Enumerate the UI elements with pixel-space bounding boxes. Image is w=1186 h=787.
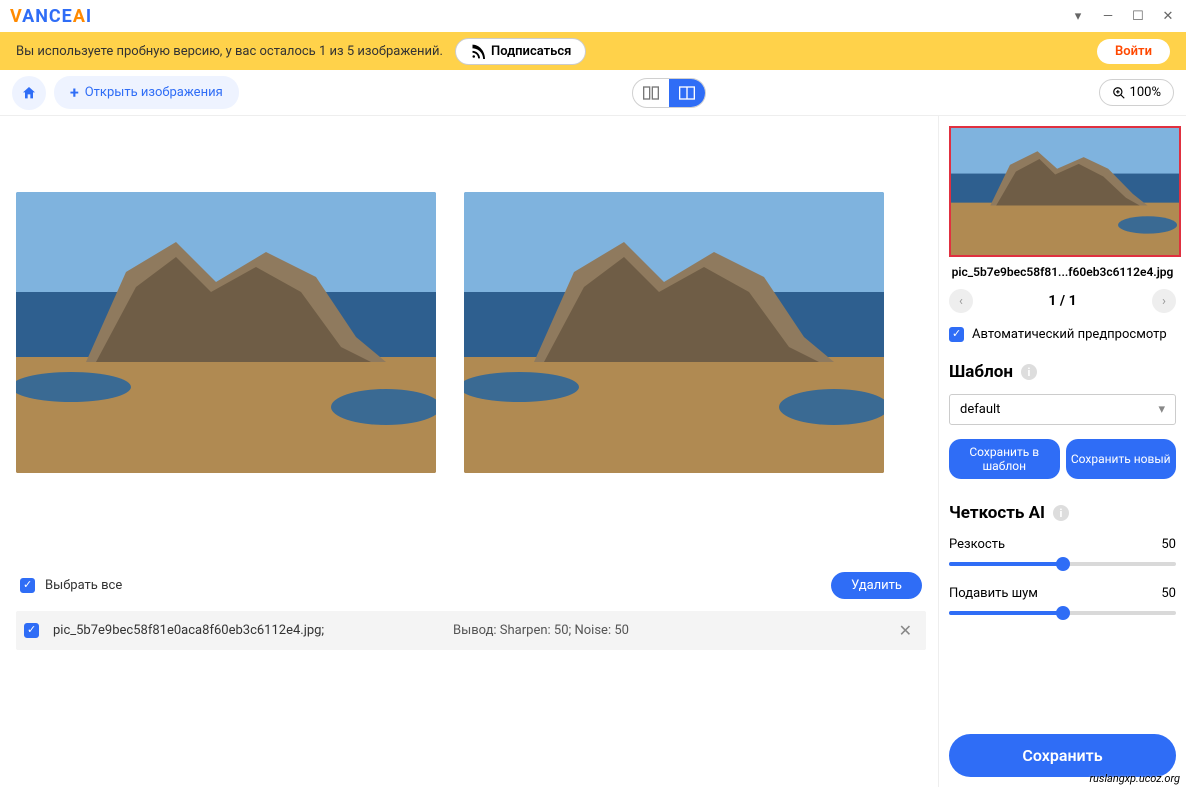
thumbnail-filename: pic_5b7e9bec58f81...f60eb3c6112e4.jpg (947, 259, 1178, 285)
login-button[interactable]: Войти (1097, 39, 1170, 64)
template-select[interactable]: default ▾ (949, 394, 1176, 425)
auto-preview-label: Автоматический предпросмотр (972, 327, 1167, 342)
sidebar: pic_5b7e9bec58f81...f60eb3c6112e4.jpg ‹ … (938, 116, 1186, 787)
auto-preview-checkbox[interactable] (949, 327, 964, 342)
images-row (16, 192, 926, 502)
denoise-label: Подавить шум (949, 586, 1038, 601)
thumbnail-wrap (947, 124, 1178, 259)
delete-button[interactable]: Удалить (831, 572, 922, 599)
auto-preview-row[interactable]: Автоматический предпросмотр (947, 323, 1178, 356)
main-area: Выбрать все Удалить pic_5b7e9bec58f81e0a… (0, 116, 1186, 787)
save-new-template-button[interactable]: Сохранить новый (1066, 439, 1177, 479)
info-icon[interactable]: i (1021, 364, 1037, 380)
window-menu-icon[interactable]: ▾ (1070, 8, 1086, 24)
sharpness-value: 50 (1161, 537, 1176, 552)
file-checkbox[interactable] (24, 623, 39, 638)
zoom-label: 100% (1130, 85, 1161, 100)
trial-banner: Вы используете пробную версию, у вас ост… (0, 32, 1186, 70)
denoise-slider-row: Подавить шум 50 (947, 582, 1178, 631)
pager: ‹ 1 / 1 › (947, 285, 1178, 323)
save-template-button[interactable]: Сохранить в шаблон (949, 439, 1060, 479)
select-all-row[interactable]: Выбрать все (20, 578, 122, 593)
sharpness-section-title: Четкость AI i (947, 497, 1178, 533)
title-bar: VANCEAI ▾ — ☐ ✕ (0, 0, 1186, 32)
side-by-side-icon (643, 86, 659, 100)
save-button[interactable]: Сохранить (949, 734, 1176, 777)
split-icon (679, 86, 695, 100)
sharpness-label: Резкость (949, 537, 1005, 552)
home-icon (21, 85, 37, 101)
sharpness-slider[interactable] (949, 562, 1176, 566)
view-split-button[interactable] (669, 79, 705, 107)
sharpness-slider-thumb[interactable] (1056, 557, 1070, 571)
toolbar: + Открыть изображения 100% (0, 70, 1186, 116)
rss-icon (470, 44, 485, 59)
minimize-icon[interactable]: — (1100, 8, 1116, 24)
sharpness-slider-row: Резкость 50 (947, 533, 1178, 582)
zoom-in-icon (1112, 86, 1126, 100)
select-all-label: Выбрать все (45, 578, 122, 593)
maximize-icon[interactable]: ☐ (1130, 8, 1146, 24)
pager-text: 1 / 1 (1048, 293, 1076, 309)
denoise-slider-thumb[interactable] (1056, 606, 1070, 620)
home-button[interactable] (12, 76, 46, 110)
subscribe-button[interactable]: Подписаться (455, 38, 586, 65)
image-before (16, 192, 436, 473)
file-remove-icon[interactable]: ✕ (893, 621, 918, 640)
trial-text: Вы используете пробную версию, у вас ост… (16, 44, 443, 59)
close-icon[interactable]: ✕ (1160, 8, 1176, 24)
pager-next-button[interactable]: › (1152, 289, 1176, 313)
zoom-button[interactable]: 100% (1099, 79, 1174, 106)
plus-icon: + (70, 83, 79, 102)
thumbnail[interactable] (949, 126, 1181, 257)
window-controls: ▾ — ☐ ✕ (1070, 8, 1176, 24)
open-images-button[interactable]: + Открыть изображения (54, 76, 239, 109)
file-row: pic_5b7e9bec58f81e0aca8f60eb3c6112e4.jpg… (16, 611, 926, 650)
file-name: pic_5b7e9bec58f81e0aca8f60eb3c6112e4.jpg… (53, 623, 453, 638)
template-section-title: Шаблон i (947, 356, 1178, 392)
view-side-by-side-button[interactable] (633, 79, 669, 107)
file-output: Вывод: Sharpen: 50; Noise: 50 (453, 623, 893, 638)
open-images-label: Открыть изображения (85, 85, 223, 100)
subscribe-label: Подписаться (491, 44, 571, 59)
denoise-slider[interactable] (949, 611, 1176, 615)
select-all-checkbox[interactable] (20, 578, 35, 593)
image-after (464, 192, 884, 473)
view-toggle (632, 78, 706, 108)
workspace: Выбрать все Удалить pic_5b7e9bec58f81e0a… (0, 116, 938, 787)
pager-prev-button[interactable]: ‹ (949, 289, 973, 313)
filelist-header: Выбрать все Удалить (16, 572, 926, 607)
denoise-value: 50 (1161, 586, 1176, 601)
info-icon[interactable]: i (1053, 505, 1069, 521)
watermark: ruslangxp.ucoz.org (1089, 772, 1180, 785)
chevron-down-icon: ▾ (1158, 402, 1165, 417)
app-logo: VANCEAI (10, 6, 92, 27)
template-select-value: default (960, 402, 1000, 417)
